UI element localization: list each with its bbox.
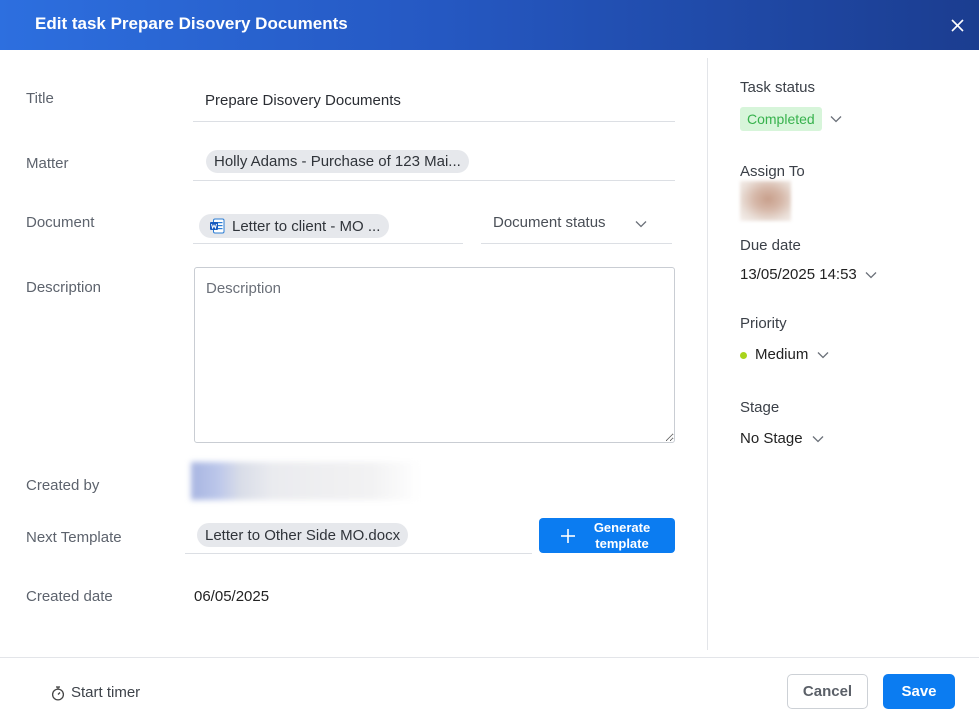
due-date-value: 13/05/2025 14:53 (740, 266, 857, 283)
generate-template-label: Generate template (593, 519, 651, 551)
created-by-label: Created by (26, 477, 100, 494)
assign-to-label: Assign To (740, 163, 805, 180)
due-date-label: Due date (740, 237, 801, 254)
priority-dropdown[interactable]: Medium (740, 345, 829, 365)
document-chip-label: Letter to client - MO ... (232, 217, 381, 235)
created-date-label: Created date (26, 588, 113, 605)
task-sidebar: Task status Completed Assign To Due date… (708, 50, 979, 657)
dialog-header: Edit task Prepare Disovery Documents (0, 0, 979, 50)
title-label: Title (26, 90, 54, 107)
document-status-dropdown[interactable]: Document status (481, 202, 672, 244)
description-label: Description (26, 279, 102, 296)
plus-icon (561, 528, 575, 543)
close-icon[interactable] (950, 18, 964, 32)
chevron-down-icon (865, 272, 877, 279)
stage-value: No Stage (740, 430, 803, 447)
description-textarea[interactable] (194, 267, 675, 443)
stopwatch-icon (51, 685, 65, 701)
close-button[interactable] (947, 15, 967, 35)
dialog-footer: Start timer Cancel Save (0, 657, 979, 723)
document-status-placeholder: Document status (493, 214, 606, 231)
chevron-down-icon (830, 116, 842, 123)
cancel-button[interactable]: Cancel (787, 674, 868, 709)
priority-label: Priority (740, 315, 787, 332)
document-label: Document (26, 214, 95, 231)
matter-label: Matter (26, 155, 69, 172)
stage-dropdown[interactable]: No Stage (740, 429, 824, 449)
task-form: Title Matter Holly Adams - Purchase of 1… (0, 50, 707, 657)
edit-task-dialog: Edit task Prepare Disovery Documents Tit… (0, 0, 979, 723)
word-document-icon (210, 218, 225, 234)
document-chip[interactable]: Letter to client - MO ... (199, 214, 390, 238)
chevron-down-icon (817, 352, 829, 359)
start-timer-label: Start timer (71, 684, 141, 701)
next-template-field[interactable]: Letter to Other Side MO.docx (185, 512, 532, 554)
status-badge: Completed (740, 107, 822, 131)
created-by-user-redacted (191, 462, 417, 500)
due-date-picker[interactable]: 13/05/2025 14:53 (740, 265, 877, 285)
chevron-down-icon (635, 221, 647, 228)
chevron-down-icon (812, 436, 824, 443)
title-field[interactable] (193, 80, 675, 122)
priority-value: Medium (755, 346, 809, 363)
start-timer-button[interactable]: Start timer (51, 683, 140, 703)
dialog-title: Edit task Prepare Disovery Documents (35, 14, 348, 33)
next-template-chip[interactable]: Letter to Other Side MO.docx (197, 523, 409, 547)
next-template-label: Next Template (26, 529, 122, 546)
save-button[interactable]: Save (883, 674, 955, 709)
priority-dot-icon (740, 351, 747, 359)
matter-chip[interactable]: Holly Adams - Purchase of 123 Mai... (206, 150, 469, 173)
task-status-dropdown[interactable]: Completed (740, 107, 842, 131)
matter-field[interactable]: Holly Adams - Purchase of 123 Mai... (193, 139, 675, 181)
task-status-label: Task status (740, 79, 816, 96)
generate-template-button[interactable]: Generate template (539, 518, 675, 553)
created-date-value: 06/05/2025 (194, 588, 270, 605)
assignee-avatar[interactable] (740, 181, 791, 221)
stage-label: Stage (740, 399, 780, 416)
title-input[interactable] (193, 90, 675, 110)
document-field[interactable]: Letter to client - MO ... (193, 202, 463, 244)
